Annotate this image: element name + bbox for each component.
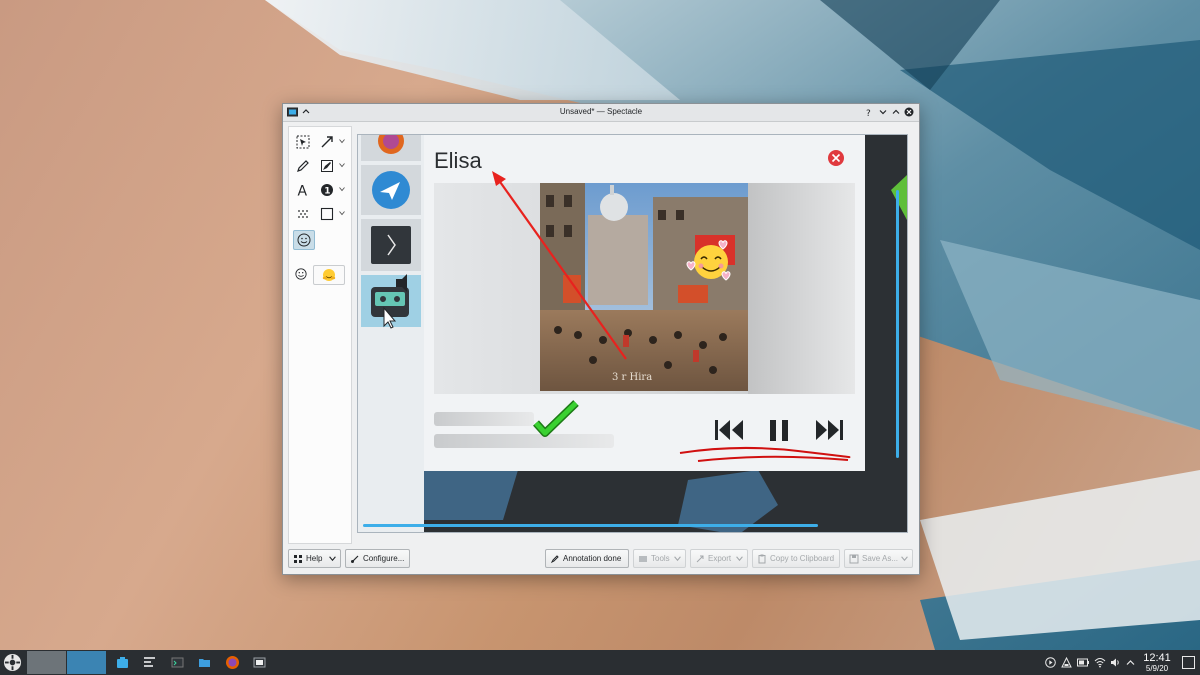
number-tool[interactable]: 1 [317, 181, 345, 199]
horizontal-scrollbar[interactable] [363, 524, 818, 527]
annotation-done-button[interactable]: Annotation done [545, 549, 629, 568]
taskbar-panel [0, 650, 1200, 675]
smiley-icon [295, 268, 307, 280]
help-button[interactable]: Help [288, 549, 341, 568]
text-icon: A [298, 184, 308, 198]
chevron-down-icon [674, 556, 681, 562]
copy-to-clipboard-button[interactable]: Copy to Clipboard [752, 549, 840, 568]
help-label: Help [306, 554, 323, 563]
screenshot-canvas[interactable]: 3 r Hira Elisa [357, 134, 908, 533]
album-caption: 3 r Hira [612, 372, 652, 383]
discover-icon[interactable] [116, 656, 129, 669]
save-as-label: Save As... [862, 554, 899, 563]
spectacle-window: Unsaved* — Spectacle ? A 1 3 r Hira Elis… [282, 103, 920, 575]
terminal-icon[interactable] [171, 656, 184, 669]
volume-icon[interactable] [1110, 657, 1121, 668]
blur-icon [298, 210, 308, 218]
export-label: Export [708, 554, 732, 563]
svg-text:?: ? [866, 109, 871, 117]
chevron-down-icon[interactable] [339, 210, 345, 216]
tools-button[interactable]: Tools [633, 549, 686, 568]
clock-time[interactable]: 12:41 [1140, 652, 1174, 664]
copy-label: Copy to Clipboard [770, 554, 835, 563]
pager-desktop-2[interactable] [67, 651, 106, 674]
export-icon [696, 555, 704, 562]
help-grid-icon [294, 554, 302, 563]
save-icon [849, 554, 859, 563]
chevron-down-icon [901, 556, 908, 562]
save-as-button[interactable]: Save As... [844, 549, 913, 568]
battery-icon[interactable] [1077, 658, 1089, 667]
spectacle-taskbar-icon[interactable] [253, 657, 266, 668]
rectangle-tool[interactable] [317, 205, 345, 223]
tools-icon [639, 555, 647, 562]
expand-tray-icon[interactable] [1126, 658, 1135, 667]
number-icon: 1 [321, 184, 333, 197]
dialog-button-bar: Help Configure... Annotation done Tools [283, 549, 919, 574]
tools-label: Tools [651, 554, 670, 563]
hug-emoji-icon [322, 269, 336, 281]
configure-button[interactable]: Configure... [345, 549, 410, 568]
annotation-done-label: Annotation done [563, 554, 622, 563]
svg-text:A: A [298, 184, 308, 198]
chevron-down-icon[interactable] [339, 138, 345, 144]
selection-icon [296, 135, 310, 149]
show-desktop-icon[interactable] [1181, 655, 1196, 670]
export-button[interactable]: Export [690, 549, 748, 568]
close-icon[interactable] [904, 107, 914, 117]
file-manager-icon[interactable] [198, 656, 211, 669]
highlighter-tool[interactable] [317, 157, 345, 175]
clipboard-icon [758, 554, 766, 563]
chevron-down-icon [329, 556, 336, 562]
help-icon[interactable]: ? [864, 107, 874, 117]
emoji-picker-button[interactable] [313, 265, 345, 285]
emoji-icon [297, 233, 311, 247]
firefox-icon[interactable] [225, 655, 240, 670]
text-tool[interactable]: A [293, 181, 313, 199]
arrow-tool[interactable] [317, 133, 345, 151]
application-launcher-icon[interactable] [3, 653, 22, 672]
clock-date[interactable]: 5/9/20 [1140, 664, 1174, 673]
system-settings-icon[interactable] [143, 656, 156, 669]
vertical-scrollbar[interactable] [896, 190, 899, 458]
blur-tool[interactable] [293, 205, 313, 223]
configure-label: Configure... [363, 554, 405, 563]
chevron-down-icon[interactable] [339, 162, 345, 168]
pencil-icon [297, 160, 309, 172]
highlighter-icon [321, 160, 333, 172]
screenshot-image: 3 r Hira [358, 135, 907, 532]
select-tool[interactable] [293, 133, 313, 151]
configure-icon [351, 555, 359, 563]
annotate-icon [550, 554, 559, 563]
pen-tool[interactable] [293, 157, 313, 175]
emoji-tool[interactable] [293, 230, 315, 250]
annotation-toolbar: A 1 [288, 126, 352, 544]
chevron-down-icon [736, 556, 743, 562]
pager-desktop-1[interactable] [27, 651, 66, 674]
window-title: Unsaved* — Spectacle [559, 107, 643, 116]
maximize-icon[interactable] [891, 107, 901, 117]
wifi-icon[interactable] [1094, 657, 1106, 668]
elisa-title: Elisa [434, 148, 482, 173]
arrow-icon [321, 136, 333, 148]
media-player-tray-icon[interactable] [1045, 657, 1056, 668]
window-titlebar[interactable]: Unsaved* — Spectacle ? [283, 104, 919, 122]
rectangle-icon [320, 207, 334, 221]
chevron-down-icon[interactable] [339, 186, 345, 192]
minimize-icon[interactable] [878, 107, 888, 117]
svg-text:1: 1 [324, 187, 330, 197]
updates-tray-icon[interactable] [1061, 657, 1072, 668]
